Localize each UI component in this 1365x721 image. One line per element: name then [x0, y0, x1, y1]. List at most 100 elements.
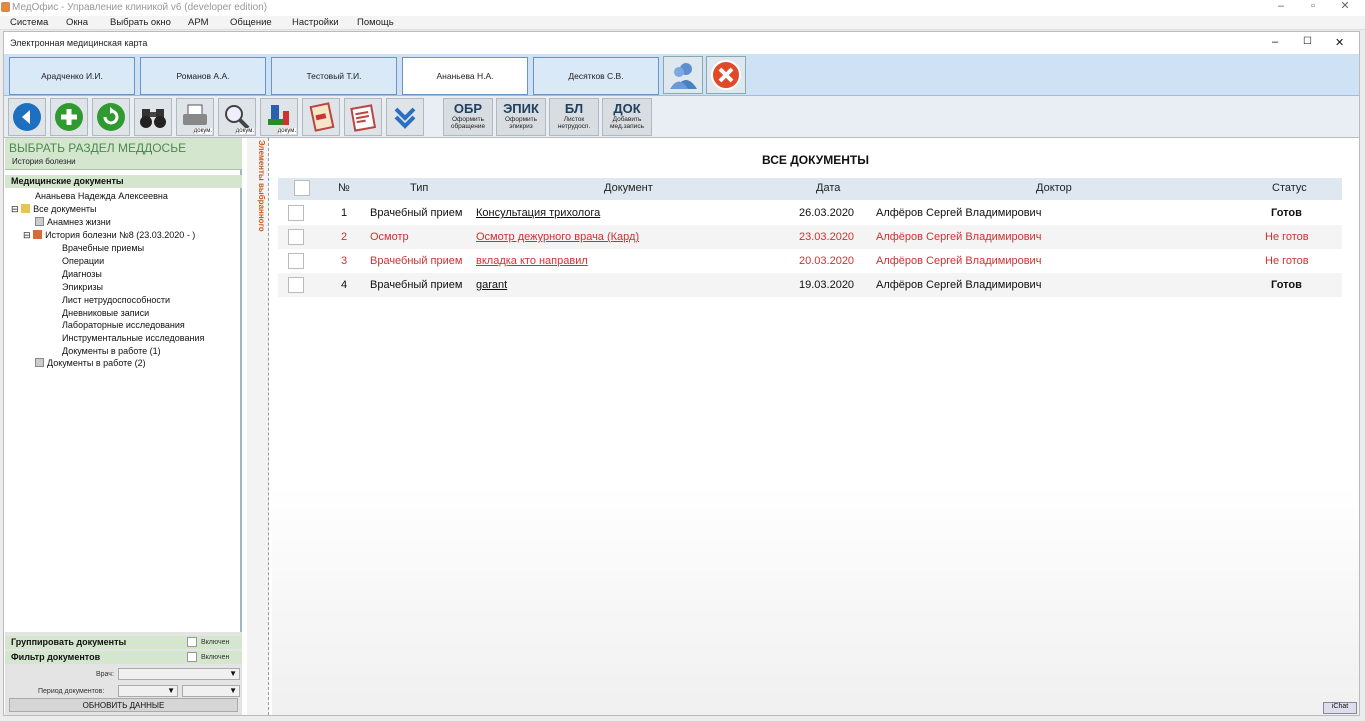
table-row[interactable]: 2 Осмотр Осмотр дежурного врача (Кард) 23.0… — [278, 225, 1342, 249]
tree-history-item[interactable]: Эпикризы — [62, 282, 103, 292]
section-selector[interactable]: ВЫБРАТЬ РАЗДЕЛ МЕДДОСЬЕ История болезни — [5, 138, 242, 170]
tree-history-item[interactable]: Врачебные приемы — [62, 243, 144, 253]
table-row[interactable]: 4 Врачебный прием garant 19.03.2020 Алфёров … — [278, 273, 1342, 297]
tree-history-item[interactable]: Лабораторные исследования — [62, 320, 185, 330]
row-document[interactable]: Консультация трихолога — [476, 207, 600, 219]
tree-history-item[interactable]: Документы в работе (1) — [62, 346, 161, 356]
tree-toggle-icon[interactable]: ⊟ — [23, 230, 31, 240]
tree-anamnesis-label: Анамнез жизни — [47, 217, 111, 227]
close-circle-icon — [711, 60, 741, 90]
minimize-icon[interactable]: – — [1266, 0, 1296, 14]
med-docs-header: Медицинские документы — [5, 175, 242, 188]
users-icon — [670, 63, 697, 89]
window-minimize-icon[interactable]: – — [1272, 36, 1278, 48]
refresh-button[interactable] — [92, 98, 130, 136]
expand-button[interactable] — [386, 98, 424, 136]
row-document[interactable]: Осмотр дежурного врача (Кард) — [476, 231, 639, 243]
maximize-icon[interactable]: ▫ — [1298, 0, 1328, 14]
ichat-button[interactable]: iChat — [1323, 702, 1357, 714]
back-button[interactable] — [8, 98, 46, 136]
row-number: 2 — [341, 231, 348, 243]
tree-docs-in-work[interactable]: Документы в работе (2) — [35, 358, 146, 368]
tree-history-item[interactable]: Диагнозы — [62, 269, 102, 279]
patient-tab-4[interactable]: Десятков С.В. — [533, 57, 659, 95]
menubar: Система Окна Выбрать окно АРМ Общение Настрой… — [0, 16, 1365, 30]
clipboard-button[interactable] — [302, 98, 340, 136]
users-button[interactable] — [663, 56, 703, 94]
row-date: 23.03.2020 — [799, 231, 855, 243]
row-status: Готов — [1271, 207, 1302, 219]
tree-all-docs[interactable]: ⊟ Все документы — [11, 204, 97, 215]
window-titlebar: Электронная медицинская карта – ☐ ✕ — [4, 32, 1359, 54]
tree-patient[interactable]: Ананьева Надежда Алексеевна — [35, 191, 168, 201]
select-all-checkbox[interactable] — [294, 180, 310, 196]
period-from-select[interactable]: ▼ — [118, 685, 178, 697]
period-to-select[interactable]: ▼ — [182, 685, 240, 697]
row-checkbox[interactable] — [288, 205, 304, 221]
row-document[interactable]: garant — [476, 279, 507, 291]
app-titlebar: МедОфис - Управление клиникой v6 (develo… — [0, 0, 1365, 16]
app-logo-icon — [1, 2, 10, 12]
menu-item-4[interactable]: Общение — [230, 17, 272, 28]
row-doctor: Алфёров Сергей Владимирович — [876, 255, 1042, 267]
close-patient-button[interactable] — [706, 56, 746, 94]
add-button[interactable] — [50, 98, 88, 136]
row-checkbox[interactable] — [288, 277, 304, 293]
doc-button-code: ДОК — [613, 101, 641, 116]
doc-button-line1: Добавить — [612, 116, 642, 123]
update-data-button[interactable]: ОБНОВИТЬ ДАННЫЕ — [9, 698, 238, 712]
tree-history-item[interactable]: Операции — [62, 256, 104, 266]
print-docs-button[interactable]: докум. — [176, 98, 214, 136]
doc-button-code: ЭПИК — [503, 101, 539, 116]
menu-item-0[interactable]: Система — [10, 17, 48, 28]
tree-history-item[interactable]: Дневниковые записи — [62, 308, 149, 318]
group-docs-checkbox[interactable] — [187, 637, 197, 647]
panel-splitter[interactable]: Элементы выбранного — [247, 138, 269, 715]
row-checkbox[interactable] — [288, 253, 304, 269]
tree-toggle-icon[interactable]: ⊟ — [11, 204, 19, 214]
menu-item-2[interactable]: Выбрать окно — [110, 17, 171, 28]
search-binoculars-button[interactable] — [134, 98, 172, 136]
find-docs-button[interactable]: докум. — [218, 98, 256, 136]
history-folder-icon — [33, 230, 43, 239]
patient-tab-1[interactable]: Романов А.А. — [140, 57, 266, 95]
row-date: 26.03.2020 — [799, 207, 855, 219]
doc-button-0[interactable]: ОБР Оформить обращение — [443, 98, 493, 136]
refresh-icon — [97, 103, 125, 131]
chevron-down-icon: ▼ — [229, 686, 237, 695]
tree-anamnesis[interactable]: Анамнез жизни — [35, 217, 111, 227]
doc-button-2[interactable]: БЛ Листок нетрудосп. — [549, 98, 599, 136]
docum-label: докум. — [277, 128, 296, 134]
doc-button-3[interactable]: ДОК Добавить мед.запись — [602, 98, 652, 136]
filter-docs-checkbox[interactable] — [187, 652, 197, 662]
doc-button-1[interactable]: ЭПИК Оформить эпикриз — [496, 98, 546, 136]
menu-item-6[interactable]: Помощь — [357, 17, 394, 28]
section-selector-value: История болезни — [12, 157, 76, 166]
patient-tab-0[interactable]: Арадченко И.И. — [9, 57, 135, 95]
doc-button-line1: Оформить — [451, 116, 485, 123]
doc-button-code: БЛ — [564, 101, 584, 116]
tree-history-item[interactable]: Инструментальные исследования — [62, 333, 204, 343]
window-close-icon[interactable]: ✕ — [1335, 36, 1344, 49]
menu-item-1[interactable]: Окна — [66, 17, 88, 28]
row-checkbox[interactable] — [288, 229, 304, 245]
row-document[interactable]: вкладка кто направил — [476, 255, 588, 267]
patient-tab-3[interactable]: Ананьева Н.А. — [402, 57, 528, 95]
splitter-label: Элементы выбранного — [257, 140, 266, 232]
sign-docs-button[interactable]: докум. — [260, 98, 298, 136]
row-status: Не готов — [1265, 231, 1309, 243]
tree-history[interactable]: ⊟ История болезни №8 (23.03.2020 - ) — [23, 230, 195, 241]
tree-history-item[interactable]: Лист нетрудоспособности — [62, 295, 170, 305]
edit-records-button[interactable] — [344, 98, 382, 136]
plus-icon — [55, 103, 83, 131]
close-icon[interactable]: ✕ — [1330, 0, 1360, 14]
table-row[interactable]: 1 Врачебный прием Консультация трихолога 26… — [278, 201, 1342, 225]
chevron-double-down-icon — [394, 107, 416, 129]
menu-item-3[interactable]: АРМ — [188, 17, 208, 28]
window-maximize-icon[interactable]: ☐ — [1303, 36, 1312, 47]
tree-all-docs-label: Все документы — [33, 204, 97, 214]
menu-item-5[interactable]: Настройки — [292, 17, 339, 28]
doctor-select[interactable]: ▼ — [118, 668, 240, 680]
patient-tab-2[interactable]: Тестовый Т.И. — [271, 57, 397, 95]
table-row[interactable]: 3 Врачебный прием вкладка кто направил 20.0… — [278, 249, 1342, 273]
